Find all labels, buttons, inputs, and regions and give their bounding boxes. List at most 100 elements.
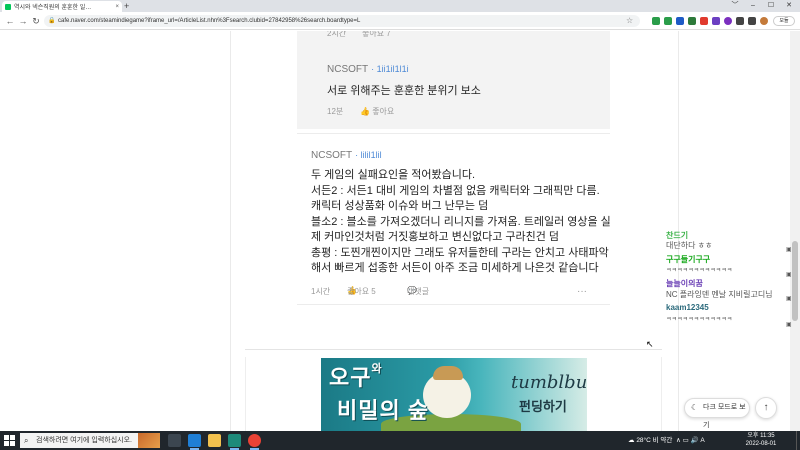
comment-line: 서든2 : 서든1 대비 게임의 차별점 없음 캐릭터와 그래픽만 다름. xyxy=(311,184,600,197)
comment-line: 블소2 : 블소를 가져오겠더니 리니지를 가져옴. 트레일러 영상을 실 xyxy=(311,215,611,228)
profile-avatar[interactable] xyxy=(760,17,768,25)
tray-icons[interactable]: ∧ ▭ 🔊 A xyxy=(676,437,705,444)
naver-favicon-icon xyxy=(5,3,11,10)
reply-card: 2시간 좋아요 7 NCSOFT · 1ii1il1l1i 서로 위해주는 훈훈한… xyxy=(297,31,610,129)
taskbar-search-placeholder: 검색하려면 여기에 입력하십시오. xyxy=(36,437,132,444)
chat-user: 찬드기 xyxy=(666,231,689,240)
comment-line: 캐릭터 성상품화 이슈와 버그 난무는 덤 xyxy=(311,200,489,212)
lock-icon: 🔒 xyxy=(48,18,56,24)
page-scrollbar[interactable] xyxy=(790,31,800,431)
reload-icon[interactable]: ↻ xyxy=(30,15,42,27)
banner-character-hat xyxy=(433,366,463,380)
extension-shield-icon[interactable] xyxy=(688,17,696,25)
chat-message: 대단하다 ㅎㅎ xyxy=(666,241,713,250)
edge-icon[interactable] xyxy=(188,434,201,450)
comment-author[interactable]: NCSOFT · lilil1lil xyxy=(311,150,382,161)
tab-close-icon[interactable]: × xyxy=(115,4,119,10)
banner-title-bottom: 비밀의 숲 xyxy=(337,398,430,423)
comment-author-name[interactable]: NCSOFT xyxy=(311,150,352,161)
banner-brand: tumblbug xyxy=(511,372,587,393)
forward-arrow-icon[interactable]: → xyxy=(17,15,29,27)
banner-title-top: 오구와 xyxy=(329,363,383,390)
windows-start-icon[interactable] xyxy=(4,435,15,446)
browser-tabbar: 역시와 넥슨직원의 훈훈한 일… × + ﹀ – ☐ ✕ xyxy=(0,0,800,12)
reply-author-id[interactable]: · 1ii1il1l1i xyxy=(371,64,409,74)
chat-message: NC 플라잉덴 멘날 지비릴고디님 xyxy=(666,290,773,299)
comment-author-id[interactable]: · lilil1lil xyxy=(355,150,382,160)
weather-text[interactable]: 28°C 비 약간 xyxy=(636,437,672,444)
chrome-icon[interactable] xyxy=(248,434,261,450)
close-window-button[interactable]: ✕ xyxy=(782,0,796,12)
clock-time: 오후 11:35 xyxy=(747,433,775,439)
tab-title: 역시와 넥슨직원의 훈훈한 일… xyxy=(14,5,92,11)
system-tray: ☁ 28°C 비 약간 ∧ ▭ 🔊 A xyxy=(628,431,705,450)
browser-tab[interactable]: 역시와 넥슨직원의 훈훈한 일… × xyxy=(2,1,122,12)
taskbar-clock[interactable]: 오후 11:35 2022-08-01 xyxy=(738,433,784,448)
comment-divider xyxy=(297,133,610,134)
chat-message: ㅋㅋㅋㅋㅋㅋㅋㅋㅋㅋㅋㅋ xyxy=(666,268,733,274)
comment-line: 총평 : 도찐개찐이지만 그래도 유저들한테 구라는 안치고 사태파악 xyxy=(311,246,609,259)
reply-author-name[interactable]: NCSOFT xyxy=(327,64,368,75)
profile-button[interactable]: 모듈 xyxy=(773,16,795,26)
chat-message: ㅋㅋㅋㅋㅋㅋㅋㅋㅋㅋㅋㅋ xyxy=(666,317,733,323)
file-explorer-icon[interactable] xyxy=(208,434,221,447)
reply-like-button[interactable]: 👍 좋아요 xyxy=(360,106,394,117)
side-icon[interactable]: ▣ xyxy=(786,246,792,253)
bookmark-star-icon[interactable]: ☆ xyxy=(626,15,633,27)
maximize-button[interactable]: ☐ xyxy=(764,0,778,12)
side-icon[interactable]: ▣ xyxy=(786,295,792,302)
tab-search-icon[interactable]: ﹀ xyxy=(728,0,742,12)
scroll-top-button[interactable]: ↑ xyxy=(755,397,777,419)
comment-line: 두 게임의 실패요인을 적어봤습니다. xyxy=(311,169,476,181)
banner-cta: 펀딩하기 xyxy=(519,399,567,414)
comment-time: 1시간 xyxy=(311,287,331,296)
reply-author[interactable]: NCSOFT · 1ii1il1l1i xyxy=(327,64,409,75)
back-arrow-icon[interactable]: ← xyxy=(4,15,16,27)
task-view-icon[interactable] xyxy=(168,434,181,447)
ad-banner[interactable]: 오구와 비밀의 숲 tumblbug 펀딩하기 xyxy=(321,358,587,431)
comment-meta: 1시간 👍 좋아요 5 💬 대댓글 ··· xyxy=(311,286,587,297)
dark-mode-label: 다크 모드로 보기 xyxy=(703,404,746,429)
dark-mode-button[interactable]: ☾ 다크 모드로 보기 xyxy=(684,398,750,429)
address-bar[interactable]: 🔒 cafe.naver.com/steamindiegame?iframe_u… xyxy=(44,15,640,27)
windows-taskbar: ⌕ 검색하려면 여기에 입력하십시오. ☁ 28°C 비 약간 ∧ ▭ 🔊 A … xyxy=(0,431,800,450)
scrollbar-thumb[interactable] xyxy=(792,241,798,321)
app-v-icon[interactable] xyxy=(228,434,241,450)
taskbar-search-input[interactable]: ⌕ 검색하려면 여기에 입력하십시오. xyxy=(20,433,160,448)
extension-v-icon[interactable] xyxy=(712,17,720,25)
extension-red-icon[interactable] xyxy=(700,17,708,25)
chat-user: 늘늘이의꿈 xyxy=(666,279,703,288)
chat-user: kaam12345 xyxy=(666,303,709,312)
chat-user: 구구들기구구 xyxy=(666,255,711,264)
new-tab-button[interactable]: + xyxy=(124,1,129,11)
browser-toolbar: ← → ↻ 🔒 cafe.naver.com/steamindiegame?if… xyxy=(0,12,800,30)
comment-line: 제 커마인것처럼 거짓홍보하고 변신없다고 구라친건 덤 xyxy=(311,231,560,243)
comment-line: 해서 빠르게 섭종한 서든이 아주 조금 미세하게 나은것 같습니다 xyxy=(311,262,599,274)
left-border xyxy=(230,31,231,431)
extension-green-icon[interactable] xyxy=(652,17,660,25)
web-page: 2시간 좋아요 7 NCSOFT · 1ii1il1l1i 서로 위해주는 훈훈한… xyxy=(0,31,800,431)
prev-reply-time: 2시간 xyxy=(327,31,347,38)
reply-text: 서로 위해주는 훈훈한 분위기 보소 xyxy=(327,85,481,97)
reply-time: 12분 xyxy=(327,107,344,116)
extension-blue-icon[interactable] xyxy=(676,17,684,25)
clock-date: 2022-08-01 xyxy=(745,440,777,447)
show-desktop-button[interactable] xyxy=(796,431,800,450)
weather-icon[interactable]: ☁ xyxy=(628,437,635,444)
comment-more-icon[interactable]: ··· xyxy=(577,286,587,297)
comment-body: 두 게임의 실패요인을 적어봤습니다. 서든2 : 서든1 대비 게임의 차별점… xyxy=(311,168,611,277)
prev-reply-like[interactable]: 좋아요 7 xyxy=(362,31,391,39)
extension-green-icon-2[interactable] xyxy=(664,17,672,25)
extension-puzzle-icon[interactable] xyxy=(736,17,744,25)
side-icon[interactable]: ▣ xyxy=(786,321,792,328)
search-highlight-image xyxy=(138,433,160,448)
side-icon[interactable]: ▣ xyxy=(786,271,792,278)
minimize-button[interactable]: – xyxy=(746,0,760,12)
section-divider xyxy=(245,349,662,350)
extension-purple-icon[interactable] xyxy=(724,17,732,25)
extension-menu-icon[interactable] xyxy=(748,17,756,25)
address-text: cafe.naver.com/steamindiegame?iframe_url… xyxy=(58,18,361,24)
comment-bottom-divider xyxy=(297,304,610,305)
search-icon: ⌕ xyxy=(24,436,29,445)
moon-icon: ☾ xyxy=(691,403,699,412)
